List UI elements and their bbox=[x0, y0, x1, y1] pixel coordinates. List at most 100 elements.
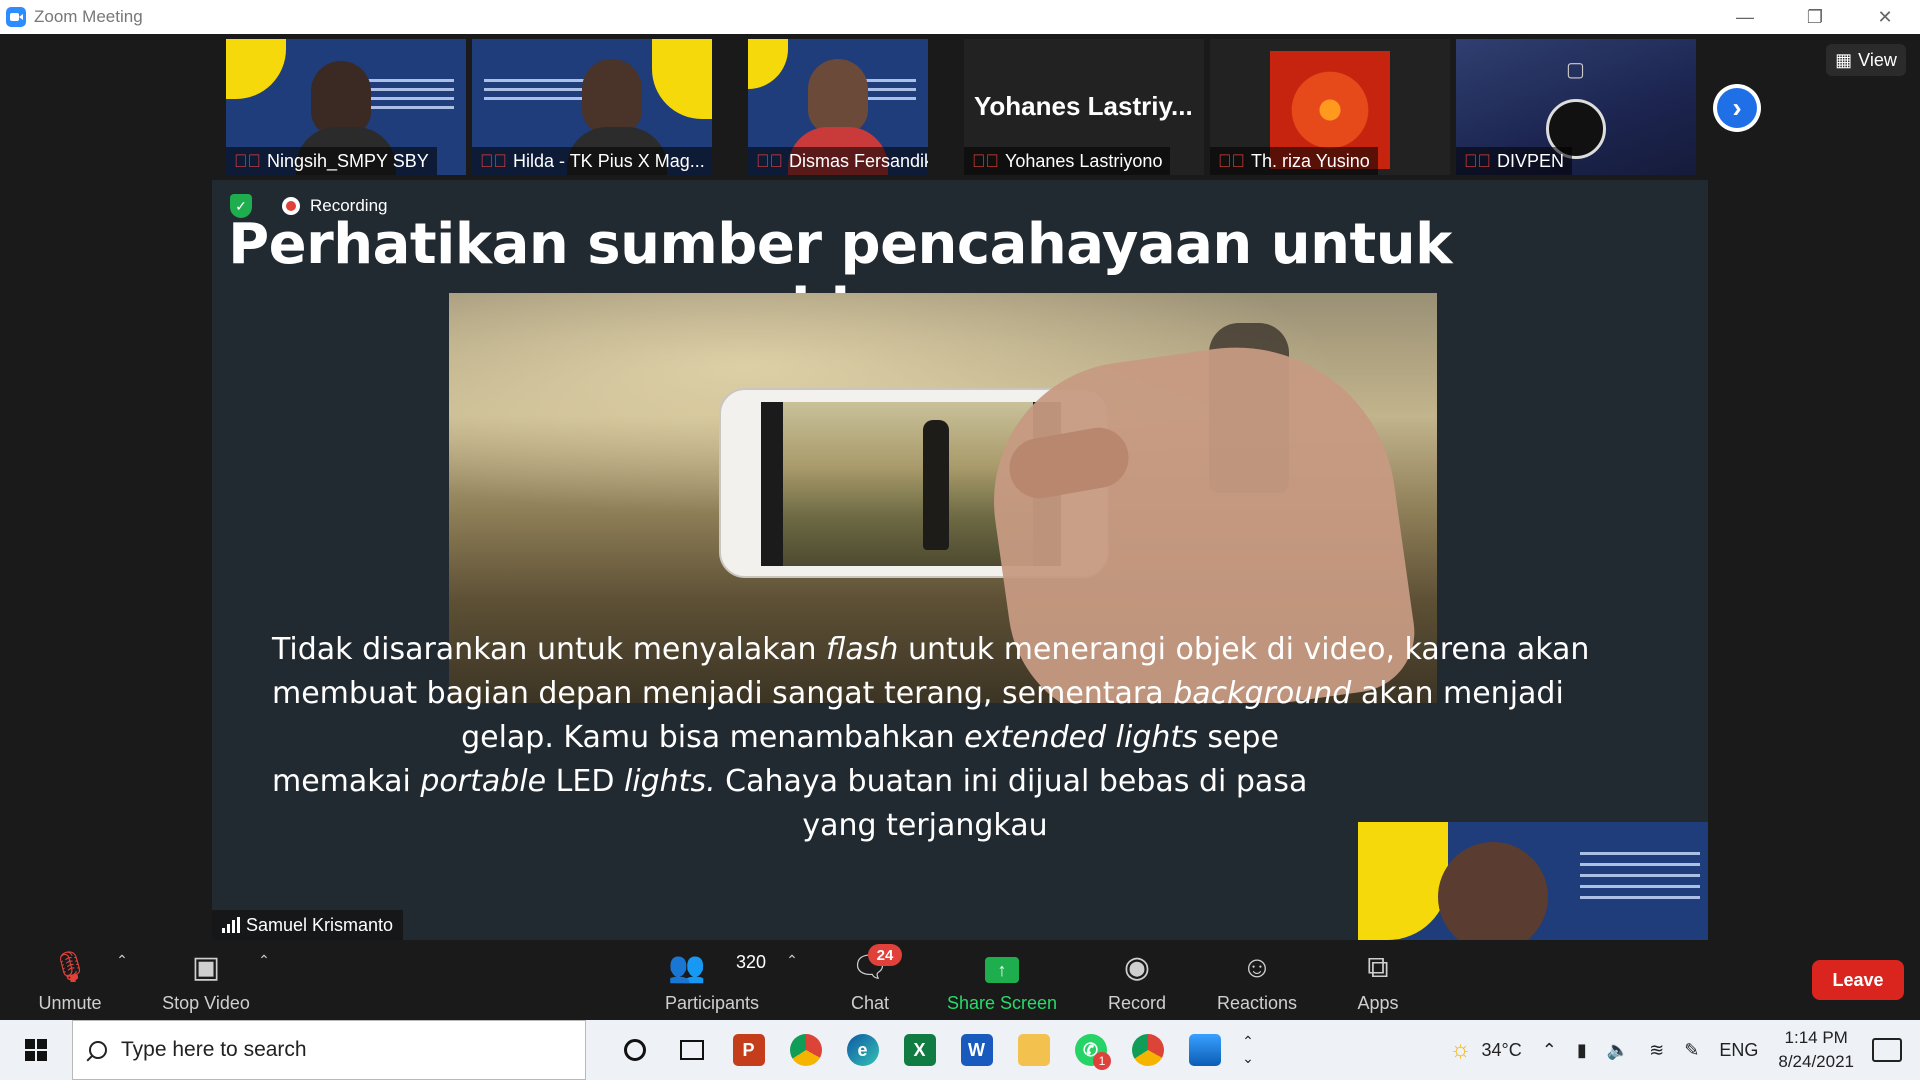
notifications-icon[interactable] bbox=[1872, 1038, 1902, 1062]
caret-up-icon: ⌃ bbox=[258, 952, 270, 968]
grid-icon: ▦ bbox=[1835, 49, 1853, 70]
search-placeholder: Type here to search bbox=[121, 1038, 307, 1061]
speaker-icon[interactable]: 🔈 bbox=[1607, 1040, 1629, 1061]
view-button[interactable]: ▦ View bbox=[1826, 44, 1906, 76]
clock-time: 1:14 PM bbox=[1784, 1028, 1848, 1047]
caret-up-icon: ⌃ bbox=[116, 952, 128, 968]
participant-tile[interactable]: ▢ 🎙⃠ DIVPEN bbox=[1456, 39, 1696, 175]
camera-off-icon: ▢ bbox=[1566, 59, 1585, 81]
participants-label: Participants bbox=[664, 993, 760, 1013]
share-screen-icon: ↑ bbox=[985, 957, 1019, 983]
slide-text-line: membuat bagian depan menjadi sangat tera… bbox=[272, 676, 1564, 711]
window-title: Zoom Meeting bbox=[34, 7, 143, 26]
participant-name: Yohanes Lastriyono bbox=[1005, 150, 1163, 171]
clock[interactable]: 1:14 PM 8/24/2021 bbox=[1778, 1026, 1854, 1074]
participant-tile[interactable]: Yohanes Lastriy... 🎙⃠ Yohanes Lastriyono bbox=[964, 39, 1204, 175]
show-hidden-icons-icon[interactable]: ⌃ bbox=[1542, 1040, 1557, 1061]
participant-tile[interactable]: 🎙⃠ Ningsih_SMPY SBY bbox=[226, 39, 466, 175]
system-tray: ☼ 34°C ⌃ ▮ 🔈 ≋ ✎ ENG 1:14 PM 8/24/2021 bbox=[1440, 1020, 1920, 1080]
weather-temp[interactable]: 34°C bbox=[1482, 1040, 1522, 1061]
chrome-icon[interactable] bbox=[1119, 1020, 1176, 1080]
participant-name: DIVPEN bbox=[1497, 150, 1565, 171]
wifi-icon[interactable]: ≋ bbox=[1649, 1040, 1664, 1061]
apps-button[interactable]: ⧉ Apps bbox=[1350, 940, 1406, 1020]
record-button[interactable]: ◉ Record bbox=[1100, 940, 1174, 1020]
participants-options-caret[interactable]: ⌃ bbox=[780, 940, 804, 1020]
participants-icon: 👥 bbox=[668, 951, 706, 984]
language-indicator[interactable]: ENG bbox=[1719, 1040, 1758, 1061]
reactions-label: Reactions bbox=[1216, 993, 1298, 1013]
battery-icon[interactable]: ▮ bbox=[1577, 1040, 1587, 1061]
taskbar-search[interactable]: Type here to search bbox=[72, 1020, 586, 1080]
record-icon: ◉ bbox=[1123, 951, 1151, 984]
weather-icon[interactable]: ☼ bbox=[1450, 1036, 1472, 1064]
smiley-plus-icon: ☺ bbox=[1241, 951, 1273, 984]
unmute-label: Unmute bbox=[38, 993, 102, 1013]
participant-name-bar: 🎙⃠ DIVPEN bbox=[1456, 147, 1573, 175]
slide-text-line: memakai portable LED lights. Cahaya buat… bbox=[272, 764, 1308, 799]
slide-text-line: yang terjangkau bbox=[802, 808, 1048, 843]
unmute-button[interactable]: 🎙 Unmute bbox=[30, 940, 110, 1020]
participant-name-bar: 🎙⃠ Hilda - TK Pius X Mag... bbox=[472, 147, 712, 175]
chat-label: Chat bbox=[850, 993, 890, 1013]
share-screen-button[interactable]: ↑ Share Screen bbox=[944, 940, 1060, 1020]
overflow-arrows-icon[interactable]: ⌃ ⌄ bbox=[1233, 1020, 1263, 1080]
windows-taskbar: Type here to search P e X W ✆ 1 ⌃ ⌄ ☼ 34°… bbox=[0, 1020, 1920, 1080]
zoom-app-icon bbox=[6, 7, 26, 27]
caret-up-icon: ⌃ bbox=[786, 952, 798, 968]
muted-mic-icon: 🎙 bbox=[50, 951, 90, 984]
minimize-button[interactable]: — bbox=[1710, 0, 1780, 34]
file-explorer-icon[interactable] bbox=[1005, 1020, 1062, 1080]
whatsapp-icon[interactable]: ✆ 1 bbox=[1062, 1020, 1119, 1080]
muted-mic-icon: 🎙⃠ bbox=[972, 150, 999, 171]
muted-mic-icon: 🎙⃠ bbox=[1218, 150, 1245, 171]
chevron-right-icon: › bbox=[1717, 88, 1757, 128]
stop-video-label: Stop Video bbox=[162, 993, 250, 1013]
participant-tile[interactable]: 🎙⃠ Th. riza Yusino bbox=[1210, 39, 1450, 175]
search-icon bbox=[89, 1041, 107, 1059]
participant-name: Dismas Fersandika bbox=[789, 150, 928, 171]
active-speaker-name: Samuel Krismanto bbox=[246, 914, 394, 935]
participant-display-name: Yohanes Lastriy... bbox=[974, 91, 1193, 121]
whatsapp-badge: 1 bbox=[1093, 1052, 1111, 1070]
chrome-profile-icon[interactable] bbox=[777, 1020, 834, 1080]
window-controls: — ❐ ✕ bbox=[1710, 0, 1920, 34]
participant-name-bar: 🎙⃠ Yohanes Lastriyono bbox=[964, 147, 1171, 175]
participant-tile[interactable]: 🎙⃠ Dismas Fersandika bbox=[748, 39, 928, 175]
word-icon[interactable]: W bbox=[948, 1020, 1005, 1080]
start-button[interactable] bbox=[0, 1020, 72, 1080]
restore-button[interactable]: ❐ bbox=[1780, 0, 1850, 34]
muted-mic-icon: 🎙⃠ bbox=[480, 150, 507, 171]
task-view-icon[interactable] bbox=[663, 1020, 720, 1080]
video-options-caret[interactable]: ⌃ bbox=[252, 940, 276, 1020]
participant-name: Hilda - TK Pius X Mag... bbox=[513, 150, 705, 171]
title-bar: Zoom Meeting — ❐ ✕ bbox=[0, 0, 1920, 34]
chat-button[interactable]: 🗨 24 Chat bbox=[840, 940, 902, 1020]
photos-icon[interactable] bbox=[1176, 1020, 1233, 1080]
muted-mic-icon: 🎙⃠ bbox=[756, 150, 783, 171]
participant-tile[interactable]: 🎙⃠ Hilda - TK Pius X Mag... bbox=[472, 39, 712, 175]
meeting-area: 🎙⃠ Ningsih_SMPY SBY 🎙⃠ Hilda - TK Pius X… bbox=[0, 34, 1920, 940]
close-button[interactable]: ✕ bbox=[1850, 0, 1920, 34]
participant-name: Th. riza Yusino bbox=[1251, 150, 1370, 171]
participants-count: 320 bbox=[736, 952, 767, 972]
windows-logo-icon bbox=[25, 1039, 47, 1061]
participant-name: Ningsih_SMPY SBY bbox=[267, 150, 429, 171]
next-page-button[interactable]: › bbox=[1713, 84, 1761, 132]
participants-button[interactable]: 👥 320 Participants bbox=[660, 940, 767, 1020]
slide-text-line: gelap. Kamu bisa menambahkan extended li… bbox=[461, 720, 1279, 755]
powerpoint-icon[interactable]: P bbox=[720, 1020, 777, 1080]
participant-strip: 🎙⃠ Ningsih_SMPY SBY 🎙⃠ Hilda - TK Pius X… bbox=[226, 39, 1702, 175]
leave-button[interactable]: Leave bbox=[1812, 960, 1904, 1000]
stop-video-button[interactable]: ▣ Stop Video bbox=[156, 940, 256, 1020]
audio-options-caret[interactable]: ⌃ bbox=[110, 940, 134, 1020]
apps-icon: ⧉ bbox=[1367, 951, 1389, 984]
excel-icon[interactable]: X bbox=[891, 1020, 948, 1080]
edge-icon[interactable]: e bbox=[834, 1020, 891, 1080]
slide-text-line: Tidak disarankan untuk menyalakan flash … bbox=[272, 632, 1590, 667]
self-video-thumbnail[interactable] bbox=[1358, 822, 1708, 940]
active-speaker-label: Samuel Krismanto bbox=[212, 910, 404, 940]
reactions-button[interactable]: ☺ Reactions bbox=[1212, 940, 1302, 1020]
cortana-icon[interactable] bbox=[606, 1020, 663, 1080]
pen-icon[interactable]: ✎ bbox=[1684, 1040, 1699, 1061]
